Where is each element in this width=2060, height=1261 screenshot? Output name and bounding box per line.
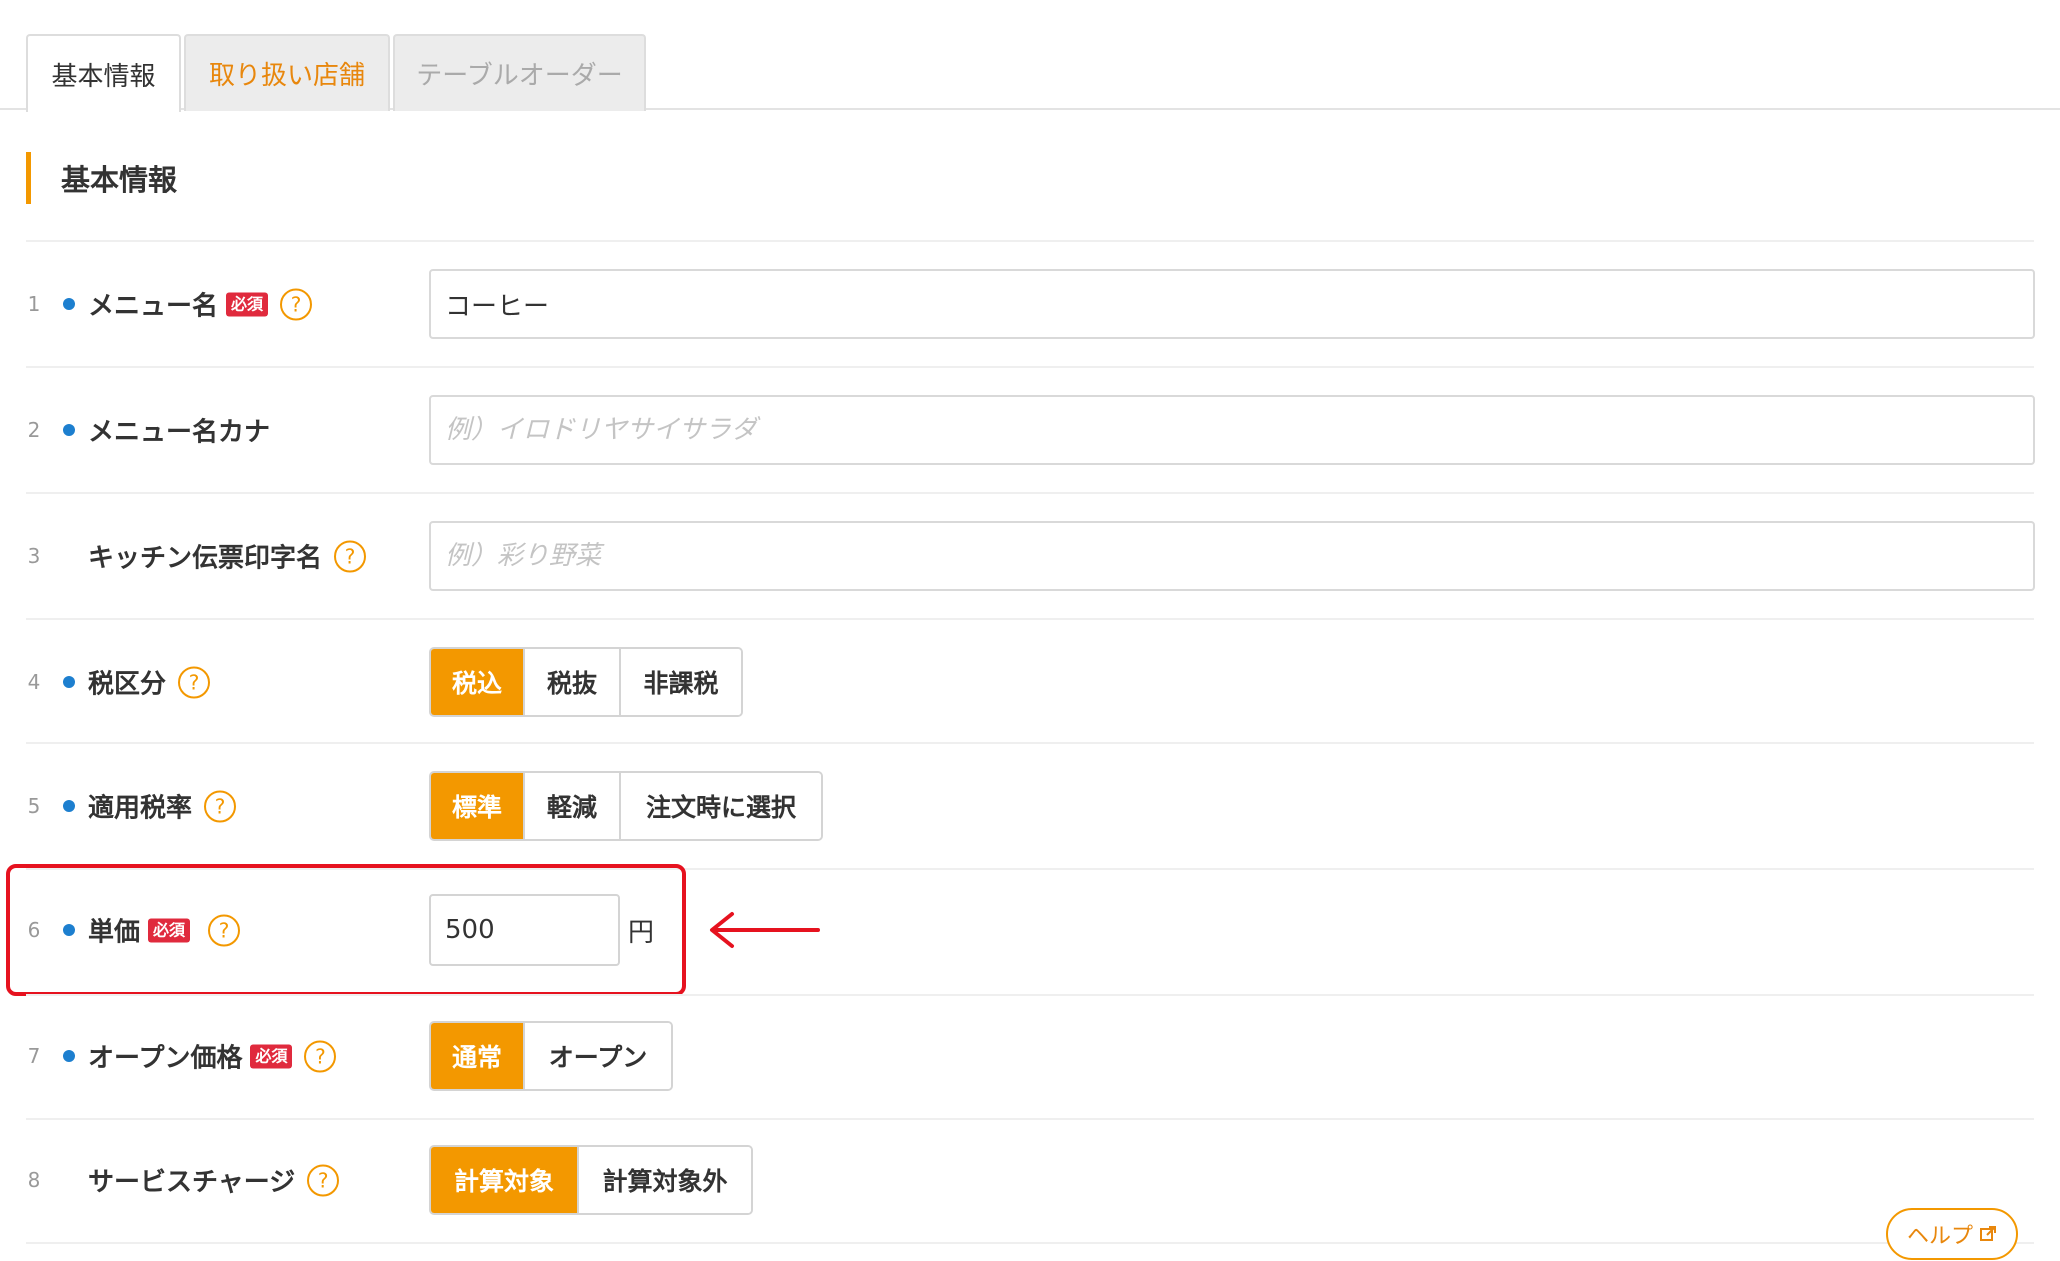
- field-label-group: 適用税率 ?: [88, 788, 237, 825]
- field-label: オープン価格: [88, 1043, 243, 1074]
- control-wrap: [429, 395, 2035, 465]
- help-icon[interactable]: ?: [304, 1040, 337, 1072]
- service-charge-included-option[interactable]: 計算対象: [431, 1147, 579, 1213]
- help-icon[interactable]: ?: [280, 288, 313, 320]
- dot-marker: [63, 1050, 75, 1062]
- divider: [26, 1242, 2034, 1244]
- dot-marker: [63, 424, 75, 436]
- tax-type-segmented: 税込 税抜 非課税: [429, 647, 743, 717]
- tax-exempt-option[interactable]: 非課税: [621, 649, 741, 715]
- open-price-segmented: 通常 オープン: [429, 1021, 673, 1091]
- control-wrap: 税込 税抜 非課税: [429, 647, 743, 717]
- field-label: メニュー名カナ: [88, 417, 271, 448]
- form-row-service-charge: 8 サービスチャージ ? 計算対象 計算対象外: [26, 1118, 2034, 1242]
- tab-label: 基本情報: [51, 61, 156, 92]
- tax-excluded-option[interactable]: 税抜: [525, 649, 621, 715]
- tab-label: 取り扱い店舗: [208, 61, 365, 91]
- field-label-group: サービスチャージ ?: [88, 1162, 340, 1199]
- tab-label: テーブルオーダー: [416, 61, 623, 91]
- field-label-group: メニュー名 必須 ?: [88, 286, 313, 323]
- tab-table-order[interactable]: テーブルオーダー: [393, 34, 646, 111]
- menu-kana-input[interactable]: [429, 395, 2035, 465]
- form-row-open-price: 7 オープン価格 必須 ? 通常 オープン: [26, 994, 2034, 1118]
- control-wrap: [429, 269, 2035, 339]
- field-label: キッチン伝票印字名: [88, 543, 323, 574]
- control-wrap: 計算対象 計算対象外: [429, 1145, 753, 1215]
- select-at-order-option[interactable]: 注文時に選択: [621, 773, 821, 839]
- field-label-group: 税区分 ?: [88, 664, 211, 701]
- form-row-tax-type: 4 税区分 ? 税込 税抜 非課税: [26, 620, 2034, 744]
- kitchen-print-name-input[interactable]: [429, 521, 2035, 591]
- tab-bar: 基本情報 取り扱い店舗 テーブルオーダー: [0, 0, 2060, 112]
- section-title: 基本情報: [26, 152, 177, 204]
- row-number: 3: [27, 544, 41, 568]
- field-label: 適用税率: [88, 793, 193, 824]
- form-row-kitchen-name: 3 キッチン伝票印字名 ?: [26, 494, 2035, 618]
- field-label: メニュー名: [88, 291, 219, 322]
- form-row-menu-name: 1 メニュー名 必須 ?: [26, 242, 2035, 366]
- row-number: 7: [27, 1044, 41, 1068]
- tax-rate-segmented: 標準 軽減 注文時に選択: [429, 771, 823, 841]
- help-icon[interactable]: ?: [204, 790, 237, 822]
- tax-included-option[interactable]: 税込: [431, 649, 525, 715]
- row-number: 8: [27, 1168, 41, 1192]
- service-charge-excluded-option[interactable]: 計算対象外: [579, 1147, 751, 1213]
- row-number: 5: [27, 794, 41, 818]
- service-charge-segmented: 計算対象 計算対象外: [429, 1145, 753, 1215]
- dot-marker: [63, 800, 75, 812]
- reduced-rate-option[interactable]: 軽減: [525, 773, 621, 839]
- help-button[interactable]: ヘルプ: [1886, 1208, 2018, 1260]
- menu-name-input[interactable]: [429, 269, 2035, 339]
- field-label-group: オープン価格 必須 ?: [88, 1038, 337, 1075]
- form-row-tax-rate: 5 適用税率 ? 標準 軽減 注文時に選択: [26, 744, 2034, 868]
- field-label: 税区分: [88, 669, 167, 700]
- external-link-icon: [1980, 1226, 1996, 1241]
- dot-marker: [63, 298, 75, 310]
- field-label-group: メニュー名カナ: [88, 412, 270, 449]
- help-button-label: ヘルプ: [1906, 1224, 1973, 1249]
- row-number: 2: [27, 418, 41, 442]
- left-arrow-annotation-icon: [710, 912, 820, 948]
- field-label: サービスチャージ: [88, 1167, 296, 1198]
- standard-rate-option[interactable]: 標準: [431, 773, 525, 839]
- highlight-annotation-box: [6, 864, 686, 996]
- regular-price-option[interactable]: 通常: [431, 1023, 525, 1089]
- dot-marker: [63, 676, 75, 688]
- help-icon[interactable]: ?: [178, 666, 211, 698]
- help-icon[interactable]: ?: [334, 540, 367, 572]
- open-price-option[interactable]: オープン: [525, 1023, 671, 1089]
- control-wrap: [429, 521, 2035, 591]
- section-title-text: 基本情報: [61, 163, 178, 197]
- control-wrap: 標準 軽減 注文時に選択: [429, 771, 823, 841]
- control-wrap: 通常 オープン: [429, 1021, 673, 1091]
- tab-basic-info[interactable]: 基本情報: [26, 34, 181, 112]
- form-row-menu-kana: 2 メニュー名カナ: [26, 368, 2035, 492]
- row-number: 4: [27, 670, 41, 694]
- row-number: 1: [27, 292, 41, 316]
- required-badge: 必須: [226, 292, 269, 316]
- required-badge: 必須: [250, 1044, 293, 1068]
- help-icon[interactable]: ?: [307, 1164, 340, 1196]
- tab-stores[interactable]: 取り扱い店舗: [184, 34, 390, 111]
- field-label-group: キッチン伝票印字名 ?: [88, 538, 367, 575]
